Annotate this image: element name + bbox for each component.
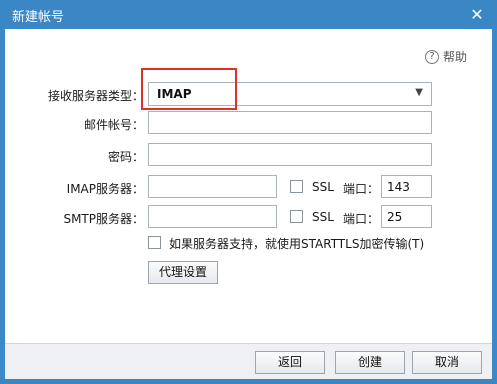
close-icon[interactable]: ✕ [466, 4, 488, 26]
highlight-box [141, 68, 237, 110]
smtp-label: SMTP服务器： [63, 212, 144, 226]
password-field[interactable] [148, 143, 432, 166]
smtp-server-field[interactable] [148, 205, 277, 228]
password-label: 密码： [107, 150, 144, 164]
help-icon: ? [425, 49, 439, 64]
imap-ssl-label: SSL [312, 180, 334, 194]
help-label: 帮助 [443, 50, 468, 64]
imap-server-field[interactable] [148, 175, 277, 198]
server-type-label: 接收服务器类型： [48, 89, 145, 103]
window-frame-bottom [0, 379, 497, 384]
imap-ssl-checkbox[interactable] [290, 180, 303, 193]
chevron-down-icon: ▼ [415, 87, 423, 98]
starttls-checkbox[interactable] [148, 236, 161, 249]
smtp-port-field[interactable] [381, 205, 432, 228]
smtp-ssl-checkbox[interactable] [290, 210, 303, 223]
smtp-port-label: 端口： [343, 212, 380, 226]
starttls-label: 如果服务器支持，就使用STARTTLS加密传输(T) [169, 237, 425, 251]
cancel-button[interactable]: 取消 [412, 351, 482, 374]
window-title: 新建帐号 [12, 10, 65, 25]
title-bar[interactable]: 新建帐号 ✕ [0, 0, 497, 29]
dialog-window: 新建帐号 ✕ ? 帮助 接收服务器类型： IMAP ▼ 邮件帐号： 密码： IM… [0, 0, 497, 384]
imap-port-label: 端口： [343, 182, 380, 196]
account-field[interactable] [148, 111, 432, 134]
account-label: 邮件帐号： [83, 118, 144, 132]
dialog-footer: 返回 创建 取消 [5, 343, 492, 379]
create-button[interactable]: 创建 [335, 351, 405, 374]
proxy-settings-button[interactable]: 代理设置 [148, 261, 218, 284]
imap-label: IMAP服务器： [66, 182, 144, 196]
back-button[interactable]: 返回 [255, 351, 325, 374]
smtp-ssl-label: SSL [312, 210, 334, 224]
imap-port-field[interactable] [381, 175, 432, 198]
help-link[interactable]: ? 帮助 [425, 48, 467, 65]
